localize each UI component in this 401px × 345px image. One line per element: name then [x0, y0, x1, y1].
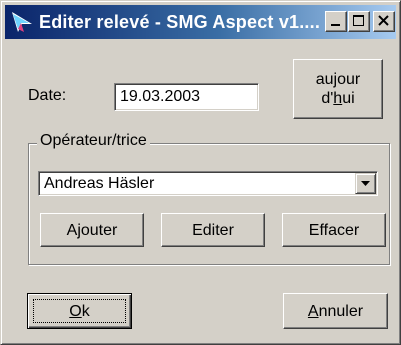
- cancel-mnemonic: A: [307, 302, 319, 320]
- edit-operator-button[interactable]: Editer: [161, 213, 265, 247]
- close-icon: [378, 15, 389, 26]
- cancel-label: Annuler: [308, 302, 363, 321]
- maximize-button[interactable]: [348, 11, 370, 32]
- add-operator-label: Ajouter: [66, 221, 118, 239]
- title-bar[interactable]: Editer relevé - SMG Aspect v1....: [5, 5, 396, 39]
- cancel-button[interactable]: Annuler: [283, 293, 388, 329]
- today-button-mnemonic: h: [333, 90, 343, 107]
- today-button-line1: aujour: [315, 71, 361, 88]
- chevron-down-icon: [361, 181, 370, 186]
- date-input[interactable]: [114, 83, 259, 111]
- app-icon: [12, 12, 32, 32]
- today-button-line2-post: ui: [342, 90, 355, 107]
- dialog-window: Editer relevé - SMG Aspect v1.... Date: …: [0, 0, 401, 345]
- close-button[interactable]: [373, 11, 395, 32]
- minimize-icon: [331, 24, 340, 26]
- today-button-line2: d'hui: [321, 89, 354, 108]
- today-button[interactable]: aujour d'hui: [293, 59, 383, 119]
- ok-button[interactable]: Ok: [27, 293, 132, 329]
- cancel-label-rest: nnuler: [318, 302, 364, 320]
- date-label: Date:: [28, 87, 67, 104]
- operator-selected-value: Andreas Häsler: [44, 175, 155, 192]
- minimize-button[interactable]: [325, 11, 347, 32]
- delete-operator-label: Effacer: [308, 221, 360, 239]
- operator-select[interactable]: Andreas Häsler: [38, 171, 378, 196]
- edit-operator-label: Editer: [192, 221, 234, 239]
- today-button-line2-pre: d': [321, 90, 334, 107]
- delete-operator-button[interactable]: Effacer: [282, 213, 386, 247]
- add-operator-button[interactable]: Ajouter: [40, 213, 144, 247]
- operator-group-legend: Opérateur/trice: [37, 131, 150, 151]
- window-title: Editer relevé - SMG Aspect v1....: [39, 12, 321, 32]
- focus-rectangle: [33, 299, 126, 323]
- operator-dropdown-button[interactable]: [355, 173, 376, 194]
- maximize-icon: [353, 15, 364, 26]
